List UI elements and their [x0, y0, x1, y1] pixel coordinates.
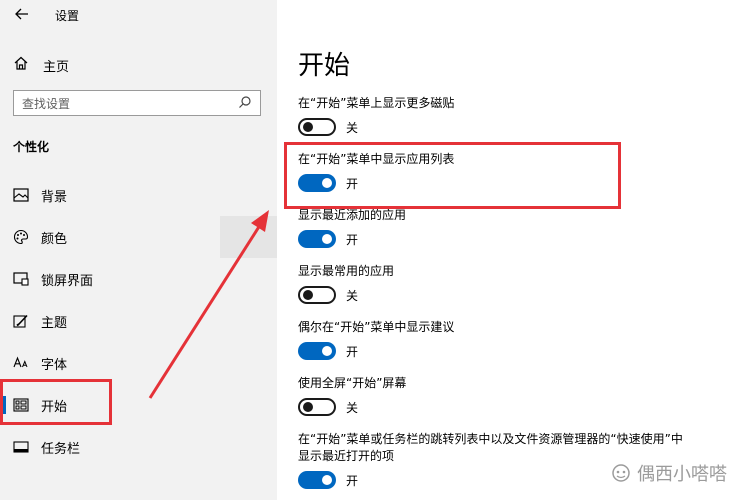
watermark-logo-icon: [611, 463, 631, 483]
watermark: 偶西小嗒嗒: [611, 460, 727, 486]
watermark-text: 偶西小嗒嗒: [637, 464, 727, 485]
annotation-arrow: [148, 210, 269, 399]
